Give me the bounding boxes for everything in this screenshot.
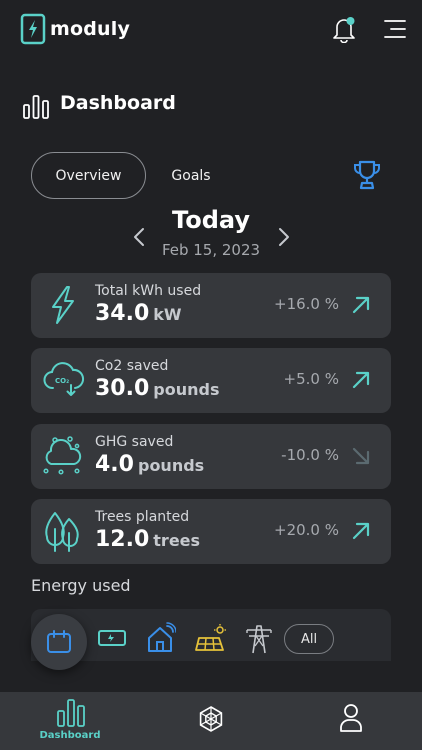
stat-label: GHG saved: [95, 434, 174, 450]
profile-icon[interactable]: [339, 703, 363, 733]
stat-value: 34.0 kW: [95, 301, 182, 326]
co2-cloud-icon: CO₂: [43, 362, 84, 396]
date-title: Today: [172, 206, 250, 234]
stat-unit: pounds: [137, 456, 205, 475]
stat-card-kwh[interactable]: Total kWh used 34.0 kW +16.0 %: [31, 273, 391, 338]
solar-panel-icon[interactable]: [195, 624, 227, 652]
all-filter-button[interactable]: All: [284, 624, 334, 654]
stat-number: 30.0: [95, 376, 150, 401]
stat-unit: trees: [153, 531, 201, 550]
bar-chart-icon[interactable]: [56, 698, 86, 728]
nav-dashboard-label[interactable]: Dashboard: [30, 730, 110, 741]
tab-overview-label: Overview: [55, 167, 122, 184]
energy-section-title: Energy used: [31, 576, 131, 595]
stat-change: -10.0 %: [281, 446, 339, 464]
battery-bolt-icon: [20, 13, 46, 45]
network-icon[interactable]: [197, 705, 225, 733]
calendar-icon: [47, 630, 71, 653]
stat-value: 30.0 pounds: [95, 376, 219, 401]
stat-value: 4.0 pounds: [95, 452, 204, 477]
date-subtitle: Feb 15, 2023: [161, 241, 261, 259]
all-filter-label: All: [300, 631, 318, 647]
ghg-cloud-icon: [43, 436, 82, 475]
stat-value: 12.0 trees: [95, 527, 200, 552]
stat-label: Co2 saved: [95, 358, 169, 374]
stat-card-ghg[interactable]: GHG saved 4.0 pounds -10.0 %: [31, 424, 391, 489]
stat-change: +16.0 %: [274, 295, 339, 313]
stat-change: +5.0 %: [283, 370, 339, 388]
bar-chart-icon: [23, 95, 49, 119]
stat-number: 4.0: [95, 452, 134, 477]
arrow-up-right-icon: [352, 371, 370, 389]
stat-label: Trees planted: [95, 509, 190, 525]
stat-unit: pounds: [153, 380, 220, 399]
tab-goals[interactable]: Goals: [152, 152, 230, 199]
lightning-icon: [52, 286, 74, 324]
arrow-down-right-icon: [352, 447, 370, 465]
stat-card-co2[interactable]: CO₂ Co2 saved 30.0 pounds +5.0 %: [31, 348, 391, 413]
tab-overview[interactable]: Overview: [31, 152, 146, 199]
tab-goals-label: Goals: [171, 167, 211, 184]
hamburger-menu-icon[interactable]: [383, 18, 407, 40]
bell-icon[interactable]: [330, 15, 358, 43]
arrow-up-right-icon: [352, 522, 370, 540]
arrow-up-right-icon: [352, 296, 370, 314]
power-tower-icon[interactable]: [245, 622, 273, 654]
trophy-icon[interactable]: [352, 159, 382, 191]
stat-label: Total kWh used: [95, 283, 202, 299]
battery-icon[interactable]: [97, 627, 127, 649]
trees-icon: [45, 512, 79, 552]
brand-name: moduly: [50, 18, 131, 40]
stat-unit: kW: [153, 305, 182, 324]
stat-card-trees[interactable]: Trees planted 12.0 trees +20.0 %: [31, 499, 391, 564]
page-title: Dashboard: [60, 92, 176, 114]
chevron-right-icon[interactable]: [276, 226, 292, 248]
smart-home-icon[interactable]: [146, 622, 176, 654]
stat-change: +20.0 %: [274, 521, 339, 539]
stat-number: 12.0: [95, 527, 150, 552]
calendar-filter-button[interactable]: [31, 614, 87, 670]
stat-number: 34.0: [95, 301, 150, 326]
svg-text:CO₂: CO₂: [55, 377, 69, 385]
